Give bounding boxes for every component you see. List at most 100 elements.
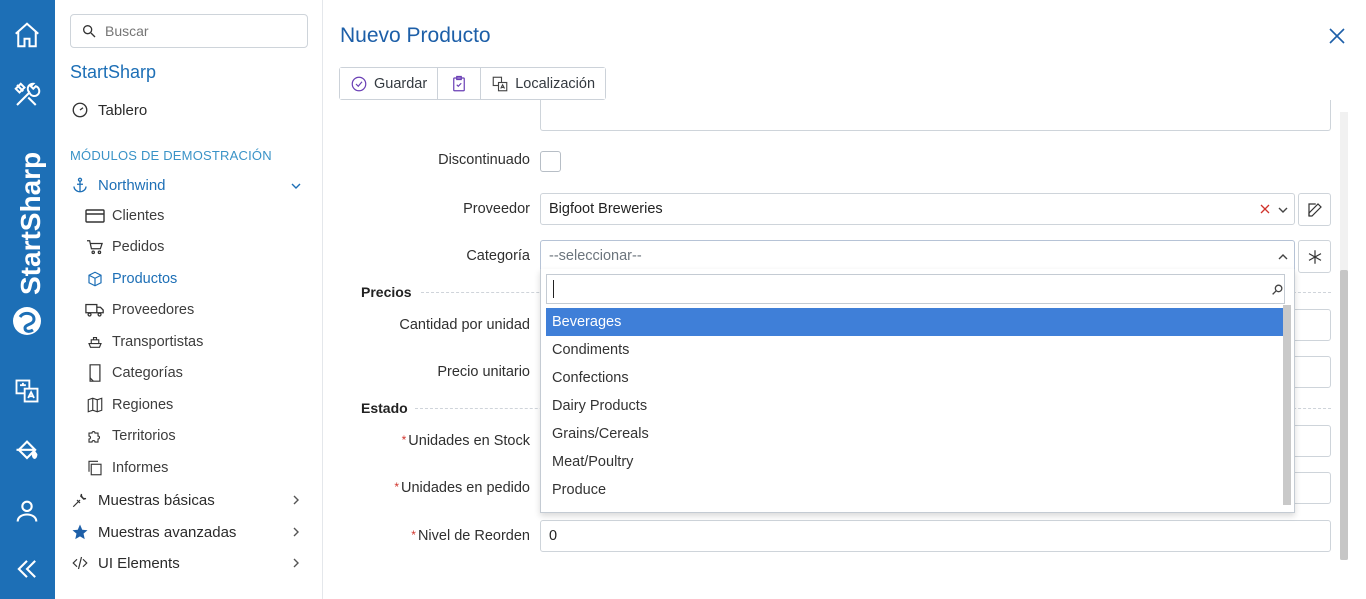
sidebar-item-label: Northwind [98,176,166,194]
dialog-scrollbar-thumb[interactable] [1340,270,1348,560]
dropdown-option[interactable]: Dairy Products [546,392,1283,420]
dialog-toolbar: Guardar Localización [339,67,607,100]
asterisk-icon [1308,249,1321,264]
home-icon[interactable] [10,18,44,52]
sidebar-item-label: Productos [112,271,178,287]
product-dialog: Nuevo Producto Guardar Localización Disc… [323,0,1366,599]
sidebar-item-clientes[interactable]: Clientes [85,207,164,225]
translate-icon [492,76,508,91]
chevron-down-icon[interactable] [290,180,302,192]
sidebar-item-label: Proveedores [112,302,195,318]
dropdown-option[interactable]: Grains/Cereals [546,420,1283,448]
svg-text:StartSharp: StartSharp [15,152,46,295]
required-marker: * [411,528,416,542]
category-placeholder: --seleccionar-- [549,248,642,264]
sidebar-item-label: Muestras avanzadas [98,523,237,541]
search-input[interactable] [105,23,295,39]
sidebar-item-muestras-avanzadas[interactable]: Muestras avanzadas [70,522,236,542]
dropdown-option[interactable]: Beverages [546,308,1283,336]
add-category-button[interactable] [1298,240,1331,273]
supplier-value: Bigfoot Breweries [549,201,663,217]
cube-icon [85,270,105,288]
sidebar-item-label: UI Elements [98,554,180,572]
chevron-down-icon[interactable] [1277,204,1289,216]
reorder-label: * Nivel de Reorden [340,528,530,544]
units-order-label: * Unidades en pedido [340,480,530,496]
tools-icon[interactable] [10,78,44,112]
category-select[interactable]: --seleccionar-- [540,240,1295,272]
puzzle-icon [85,427,105,445]
sidebar-section-title: MÓDULOS DE DEMOSTRACIÓN [70,148,272,163]
discontinued-checkbox[interactable] [540,151,561,172]
app-title[interactable]: StartSharp [70,62,156,83]
cart-icon [85,238,105,256]
sidebar-item-label: Transportistas [112,334,204,350]
dropdown-option[interactable]: Condiments [546,336,1283,364]
sidebar: StartSharp Tablero MÓDULOS DE DEMOSTRACI… [55,0,323,599]
sidebar-item-dashboard[interactable]: Tablero [70,100,147,120]
anchor-icon [70,175,90,195]
supplier-label: Proveedor [463,201,530,217]
partial-field[interactable] [540,100,1331,131]
unit-price-label: Precio unitario [437,364,530,380]
reorder-input[interactable]: 0 [540,520,1331,552]
required-marker: * [394,480,399,494]
save-button[interactable]: Guardar [340,68,439,99]
dropdown-option[interactable]: Produce [546,476,1283,504]
sidebar-item-territorios[interactable]: Territorios [85,427,176,445]
dropdown-option[interactable]: Meat/Poultry [546,448,1283,476]
dropdown-scrollbar-thumb[interactable] [1283,305,1291,505]
truck-icon [85,301,105,319]
double-chevron-left-icon[interactable] [10,552,44,586]
dropdown-option[interactable]: Confections [546,364,1283,392]
sidebar-item-northwind[interactable]: Northwind [70,175,166,195]
units-stock-text: Unidades en Stock [408,433,530,449]
sidebar-item-categorias[interactable]: Categorías [85,364,183,382]
discontinued-label: Discontinuado [438,152,530,168]
search-icon [83,24,96,38]
sidebar-item-informes[interactable]: Informes [85,459,168,477]
user-icon[interactable] [10,494,44,528]
reorder-value: 0 [549,528,558,544]
localization-button[interactable]: Localización [481,68,606,99]
dropdown-search-input[interactable] [546,274,1285,304]
map-icon [85,396,105,414]
sidebar-item-label: Clientes [112,208,165,224]
sidebar-item-label: Informes [112,460,169,476]
chevron-right-icon[interactable] [290,494,302,506]
wrench-icon [70,490,90,510]
chevron-right-icon[interactable] [290,557,302,569]
sidebar-item-muestras-basicas[interactable]: Muestras básicas [70,490,215,510]
units-order-text: Unidades en pedido [401,480,530,496]
gauge-icon [70,100,90,120]
sidebar-item-productos[interactable]: Productos [85,270,177,288]
translate-icon[interactable] [10,374,44,408]
category-dropdown: Beverages Condiments Confections Dairy P… [540,269,1295,513]
text-caret [553,280,554,298]
dialog-title: Nuevo Producto [340,24,491,47]
chevron-up-icon[interactable] [1277,251,1289,263]
swirl-logo-icon [10,304,44,338]
search-icon [1272,284,1283,295]
sidebar-item-pedidos[interactable]: Pedidos [85,238,164,256]
sidebar-item-label: Territorios [112,428,176,444]
left-rail: StartSharp [0,0,55,599]
sidebar-item-regiones[interactable]: Regiones [85,396,173,414]
apply-button[interactable] [438,68,482,99]
clear-icon[interactable] [1260,204,1270,214]
sidebar-item-proveedores[interactable]: Proveedores [85,301,194,319]
required-marker: * [401,433,407,447]
reorder-text: Nivel de Reorden [417,528,530,544]
close-icon[interactable] [1327,26,1347,46]
supplier-select[interactable]: Bigfoot Breweries [540,193,1295,225]
category-label: Categoría [466,248,530,264]
sidebar-item-label: Tablero [98,101,148,119]
sidebar-item-ui-elements[interactable]: UI Elements [70,553,180,573]
search-box[interactable] [70,14,308,48]
sidebar-item-transportistas[interactable]: Transportistas [85,333,203,351]
paint-bucket-icon[interactable] [10,434,44,468]
chevron-right-icon[interactable] [290,526,302,538]
edit-supplier-button[interactable] [1298,193,1331,226]
star-icon [70,522,90,542]
ship-icon [85,333,105,351]
